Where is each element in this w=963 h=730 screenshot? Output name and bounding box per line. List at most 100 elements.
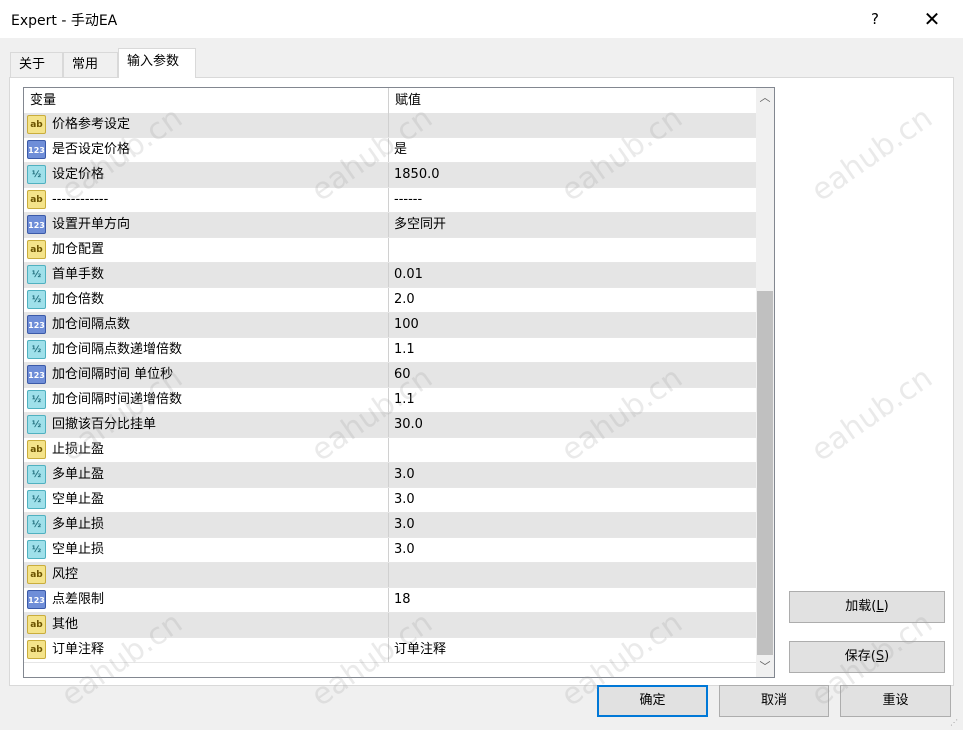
variable-name: 首单手数 <box>52 267 105 282</box>
variable-cell[interactable]: ½ 回撤该百分比挂单 <box>24 413 389 437</box>
help-button[interactable]: ? <box>861 6 889 32</box>
value-cell[interactable]: 3.0 <box>389 488 756 512</box>
value-cell[interactable]: 订单注释 <box>389 638 756 662</box>
value-cell[interactable]: 18 <box>389 588 756 612</box>
table-row[interactable]: 123 加仓间隔时间 单位秒 60 <box>24 363 756 388</box>
table-row[interactable]: ½ 多单止盈 3.0 <box>24 463 756 488</box>
table-row[interactable]: ½ 设定价格 1850.0 <box>24 163 756 188</box>
value-cell[interactable] <box>389 113 756 137</box>
value-cell[interactable]: 是 <box>389 138 756 162</box>
value-cell[interactable]: 2.0 <box>389 288 756 312</box>
save-tail: ) <box>884 649 890 664</box>
string-type-icon: ab <box>27 640 46 659</box>
load-label: 加载( <box>845 599 877 614</box>
cancel-button[interactable]: 取消 <box>719 685 829 717</box>
variable-cell[interactable]: 123 设置开单方向 <box>24 213 389 237</box>
variable-cell[interactable]: ½ 加仓间隔点数递增倍数 <box>24 338 389 362</box>
table-row[interactable]: ½ 空单止盈 3.0 <box>24 488 756 513</box>
value-cell[interactable]: 3.0 <box>389 538 756 562</box>
variable-cell[interactable]: 123 是否设定价格 <box>24 138 389 162</box>
variable-cell[interactable]: ½ 多单止损 <box>24 513 389 537</box>
variable-cell[interactable]: 123 点差限制 <box>24 588 389 612</box>
string-type-icon: ab <box>27 115 46 134</box>
column-header-value[interactable]: 赋值 <box>389 88 756 113</box>
table-row[interactable]: ab ------------ ------ <box>24 188 756 213</box>
variable-cell[interactable]: ½ 加仓间隔时间递增倍数 <box>24 388 389 412</box>
tab-common[interactable]: 常用 <box>63 52 118 77</box>
ok-button[interactable]: 确定 <box>597 685 708 717</box>
table-row[interactable]: ½ 回撤该百分比挂单 30.0 <box>24 413 756 438</box>
load-button[interactable]: 加载(L) <box>789 591 945 623</box>
table-row[interactable]: ab 止损止盈 <box>24 438 756 463</box>
variable-cell[interactable]: ab ------------ <box>24 188 389 212</box>
tab-about[interactable]: 关于 <box>10 52 63 77</box>
table-row[interactable]: ½ 加仓倍数 2.0 <box>24 288 756 313</box>
load-tail: ) <box>883 599 889 614</box>
table-row[interactable]: ½ 首单手数 0.01 <box>24 263 756 288</box>
variable-cell[interactable]: ab 加仓配置 <box>24 238 389 262</box>
column-header-variable[interactable]: 变量 <box>24 88 389 113</box>
variable-cell[interactable]: ½ 加仓倍数 <box>24 288 389 312</box>
close-button[interactable]: ✕ <box>918 6 946 32</box>
value-cell[interactable]: 多空同开 <box>389 213 756 237</box>
table-row[interactable]: 123 点差限制 18 <box>24 588 756 613</box>
value-cell[interactable]: 3.0 <box>389 463 756 487</box>
grid-header: 变量 赋值 <box>24 88 756 113</box>
table-row[interactable]: 123 是否设定价格 是 <box>24 138 756 163</box>
value-cell[interactable] <box>389 613 756 637</box>
value-cell[interactable] <box>389 238 756 262</box>
parameters-grid: 变量 赋值 ab 价格参考设定 123 是否设定价格 是 ½ 设定价格 1850.0 ab ---… <box>23 87 775 678</box>
value-cell[interactable]: 1850.0 <box>389 163 756 187</box>
table-row[interactable]: ab 加仓配置 <box>24 238 756 263</box>
variable-cell[interactable]: ½ 空单止损 <box>24 538 389 562</box>
variable-name: 风控 <box>52 567 79 582</box>
table-row[interactable]: ½ 空单止损 3.0 <box>24 538 756 563</box>
variable-cell[interactable]: ab 止损止盈 <box>24 438 389 462</box>
value-cell[interactable]: 100 <box>389 313 756 337</box>
table-row[interactable]: ab 风控 <box>24 563 756 588</box>
table-row[interactable]: ab 订单注释 订单注释 <box>24 638 756 663</box>
value-cell[interactable] <box>389 563 756 587</box>
variable-cell[interactable]: ab 价格参考设定 <box>24 113 389 137</box>
value-cell[interactable]: 1.1 <box>389 388 756 412</box>
table-row[interactable]: ½ 加仓间隔时间递增倍数 1.1 <box>24 388 756 413</box>
scroll-thumb[interactable] <box>757 291 773 655</box>
value-cell[interactable]: 3.0 <box>389 513 756 537</box>
variable-cell[interactable]: ab 风控 <box>24 563 389 587</box>
value-cell[interactable]: 0.01 <box>389 263 756 287</box>
scroll-down-icon[interactable]: ﹀ <box>756 657 774 677</box>
table-row[interactable]: 123 加仓间隔点数 100 <box>24 313 756 338</box>
table-row[interactable]: ab 其他 <box>24 613 756 638</box>
variable-cell[interactable]: ½ 空单止盈 <box>24 488 389 512</box>
window-title: Expert - 手动EA <box>11 13 118 29</box>
variable-cell[interactable]: ½ 首单手数 <box>24 263 389 287</box>
save-button[interactable]: 保存(S) <box>789 641 945 673</box>
value-cell[interactable]: 1.1 <box>389 338 756 362</box>
value-cell[interactable]: 60 <box>389 363 756 387</box>
variable-cell[interactable]: ab 订单注释 <box>24 638 389 662</box>
variable-name: 止损止盈 <box>52 442 105 457</box>
table-row[interactable]: ½ 加仓间隔点数递增倍数 1.1 <box>24 338 756 363</box>
resize-grip-icon[interactable]: ⋰ <box>950 718 960 728</box>
vertical-scrollbar[interactable]: ︿ ﹀ <box>756 88 774 677</box>
variable-cell[interactable]: ½ 多单止盈 <box>24 463 389 487</box>
integer-type-icon: 123 <box>27 365 46 384</box>
double-type-icon: ½ <box>27 265 46 284</box>
value-cell[interactable] <box>389 438 756 462</box>
variable-cell[interactable]: 123 加仓间隔点数 <box>24 313 389 337</box>
double-type-icon: ½ <box>27 515 46 534</box>
tab-inputs[interactable]: 输入参数 <box>118 48 196 78</box>
table-row[interactable]: 123 设置开单方向 多空同开 <box>24 213 756 238</box>
scroll-up-icon[interactable]: ︿ <box>756 88 774 108</box>
table-row[interactable]: ab 价格参考设定 <box>24 113 756 138</box>
variable-cell[interactable]: ½ 设定价格 <box>24 163 389 187</box>
variable-cell[interactable]: ab 其他 <box>24 613 389 637</box>
reset-button[interactable]: 重设 <box>840 685 951 717</box>
table-row[interactable]: ½ 多单止损 3.0 <box>24 513 756 538</box>
value-cell[interactable]: 30.0 <box>389 413 756 437</box>
value-cell[interactable]: ------ <box>389 188 756 212</box>
variable-cell[interactable]: 123 加仓间隔时间 单位秒 <box>24 363 389 387</box>
double-type-icon: ½ <box>27 465 46 484</box>
title-bar: Expert - 手动EA ? ✕ <box>0 0 963 38</box>
double-type-icon: ½ <box>27 165 46 184</box>
